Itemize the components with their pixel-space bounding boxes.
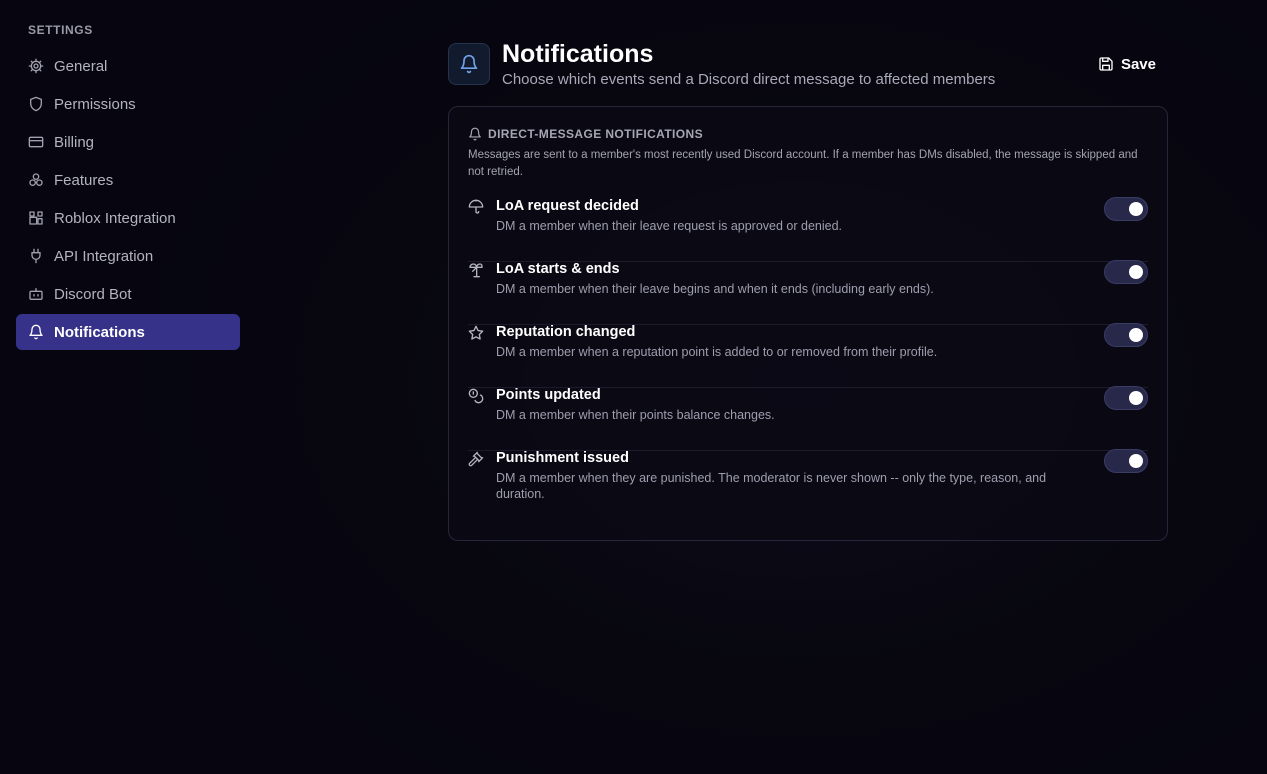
sidebar-item-general[interactable]: General bbox=[16, 48, 240, 84]
star-icon bbox=[468, 325, 484, 341]
palm-tree-icon bbox=[468, 262, 484, 278]
row-title: LoA starts & ends bbox=[496, 261, 620, 277]
row-description: DM a member when their leave begins and … bbox=[496, 282, 934, 296]
gear-icon bbox=[28, 58, 44, 74]
bell-icon bbox=[28, 324, 44, 340]
sidebar-item-label: Features bbox=[54, 171, 114, 189]
bell-icon bbox=[448, 43, 490, 85]
sidebar-item-label: Billing bbox=[54, 133, 95, 151]
umbrella-icon bbox=[468, 199, 484, 215]
notification-row-loa-request-decided: LoA request decided DM a member when the… bbox=[468, 197, 1148, 262]
card-heading: DIRECT-MESSAGE NOTIFICATIONS bbox=[468, 126, 1148, 142]
sidebar-item-label: General bbox=[54, 57, 108, 75]
page-title: Notifications bbox=[502, 40, 654, 68]
bell-icon bbox=[468, 127, 482, 141]
toggle-knob bbox=[1129, 454, 1143, 468]
row-title: LoA request decided bbox=[496, 198, 639, 214]
reputation-changed-toggle[interactable] bbox=[1104, 323, 1148, 347]
blocks-icon bbox=[28, 210, 44, 226]
loa-starts-ends-toggle[interactable] bbox=[1104, 260, 1148, 284]
row-title: Points updated bbox=[496, 387, 601, 403]
notification-row-loa-starts-ends: LoA starts & ends DM a member when their… bbox=[468, 260, 1148, 325]
row-description: DM a member when they are punished. The … bbox=[496, 471, 1047, 501]
gavel-icon bbox=[468, 451, 484, 467]
coins-icon bbox=[468, 388, 484, 404]
row-description: DM a member when a reputation point is a… bbox=[496, 345, 938, 359]
notification-row-punishment-issued: Punishment issued DM a member when they … bbox=[468, 449, 1148, 531]
card-description: Messages are sent to a member's most rec… bbox=[468, 149, 1138, 178]
row-title: Punishment issued bbox=[496, 450, 629, 466]
notification-row-points-updated: Points updated DM a member when their po… bbox=[468, 386, 1148, 451]
sidebar-item-label: API Integration bbox=[54, 247, 154, 265]
row-description: DM a member when their points balance ch… bbox=[496, 408, 775, 422]
row-description: DM a member when their leave request is … bbox=[496, 219, 843, 233]
settings-sidebar: SETTINGS General Permissions Billing Fea… bbox=[16, 22, 240, 352]
credit-card-icon bbox=[28, 134, 44, 150]
sidebar-heading: SETTINGS bbox=[28, 23, 93, 37]
sidebar-item-label: Notifications bbox=[54, 323, 145, 341]
bot-icon bbox=[28, 286, 44, 302]
page-subtitle: Choose which events send a Discord direc… bbox=[502, 71, 996, 88]
sidebar-item-features[interactable]: Features bbox=[16, 162, 240, 198]
plug-icon bbox=[28, 248, 44, 264]
loa-request-decided-toggle[interactable] bbox=[1104, 197, 1148, 221]
points-updated-toggle[interactable] bbox=[1104, 386, 1148, 410]
sidebar-item-roblox-integration[interactable]: Roblox Integration bbox=[16, 200, 240, 236]
toggle-knob bbox=[1129, 328, 1143, 342]
shield-icon bbox=[28, 96, 44, 112]
sidebar-item-label: Permissions bbox=[54, 95, 136, 113]
sidebar-item-billing[interactable]: Billing bbox=[16, 124, 240, 160]
sidebar-item-notifications[interactable]: Notifications bbox=[16, 314, 240, 350]
notification-list: LoA request decided DM a member when the… bbox=[468, 197, 1148, 531]
toggle-knob bbox=[1129, 202, 1143, 216]
sidebar-item-permissions[interactable]: Permissions bbox=[16, 86, 240, 122]
notification-row-reputation-changed: Reputation changed DM a member when a re… bbox=[468, 323, 1148, 388]
sidebar-item-discord-bot[interactable]: Discord Bot bbox=[16, 276, 240, 312]
card-heading-text: DIRECT-MESSAGE NOTIFICATIONS bbox=[488, 127, 703, 141]
features-icon bbox=[28, 172, 44, 188]
punishment-issued-toggle[interactable] bbox=[1104, 449, 1148, 473]
save-button[interactable]: Save bbox=[1098, 52, 1156, 76]
row-title: Reputation changed bbox=[496, 324, 636, 340]
sidebar-item-label: Roblox Integration bbox=[54, 209, 176, 227]
page-header: Notifications Choose which events send a… bbox=[448, 40, 1168, 94]
sidebar-item-api-integration[interactable]: API Integration bbox=[16, 238, 240, 274]
dm-notifications-card: DIRECT-MESSAGE NOTIFICATIONS Messages ar… bbox=[448, 106, 1168, 541]
toggle-knob bbox=[1129, 265, 1143, 279]
toggle-knob bbox=[1129, 391, 1143, 405]
save-label: Save bbox=[1120, 55, 1156, 73]
save-icon bbox=[1098, 56, 1114, 72]
sidebar-item-label: Discord Bot bbox=[54, 285, 132, 303]
